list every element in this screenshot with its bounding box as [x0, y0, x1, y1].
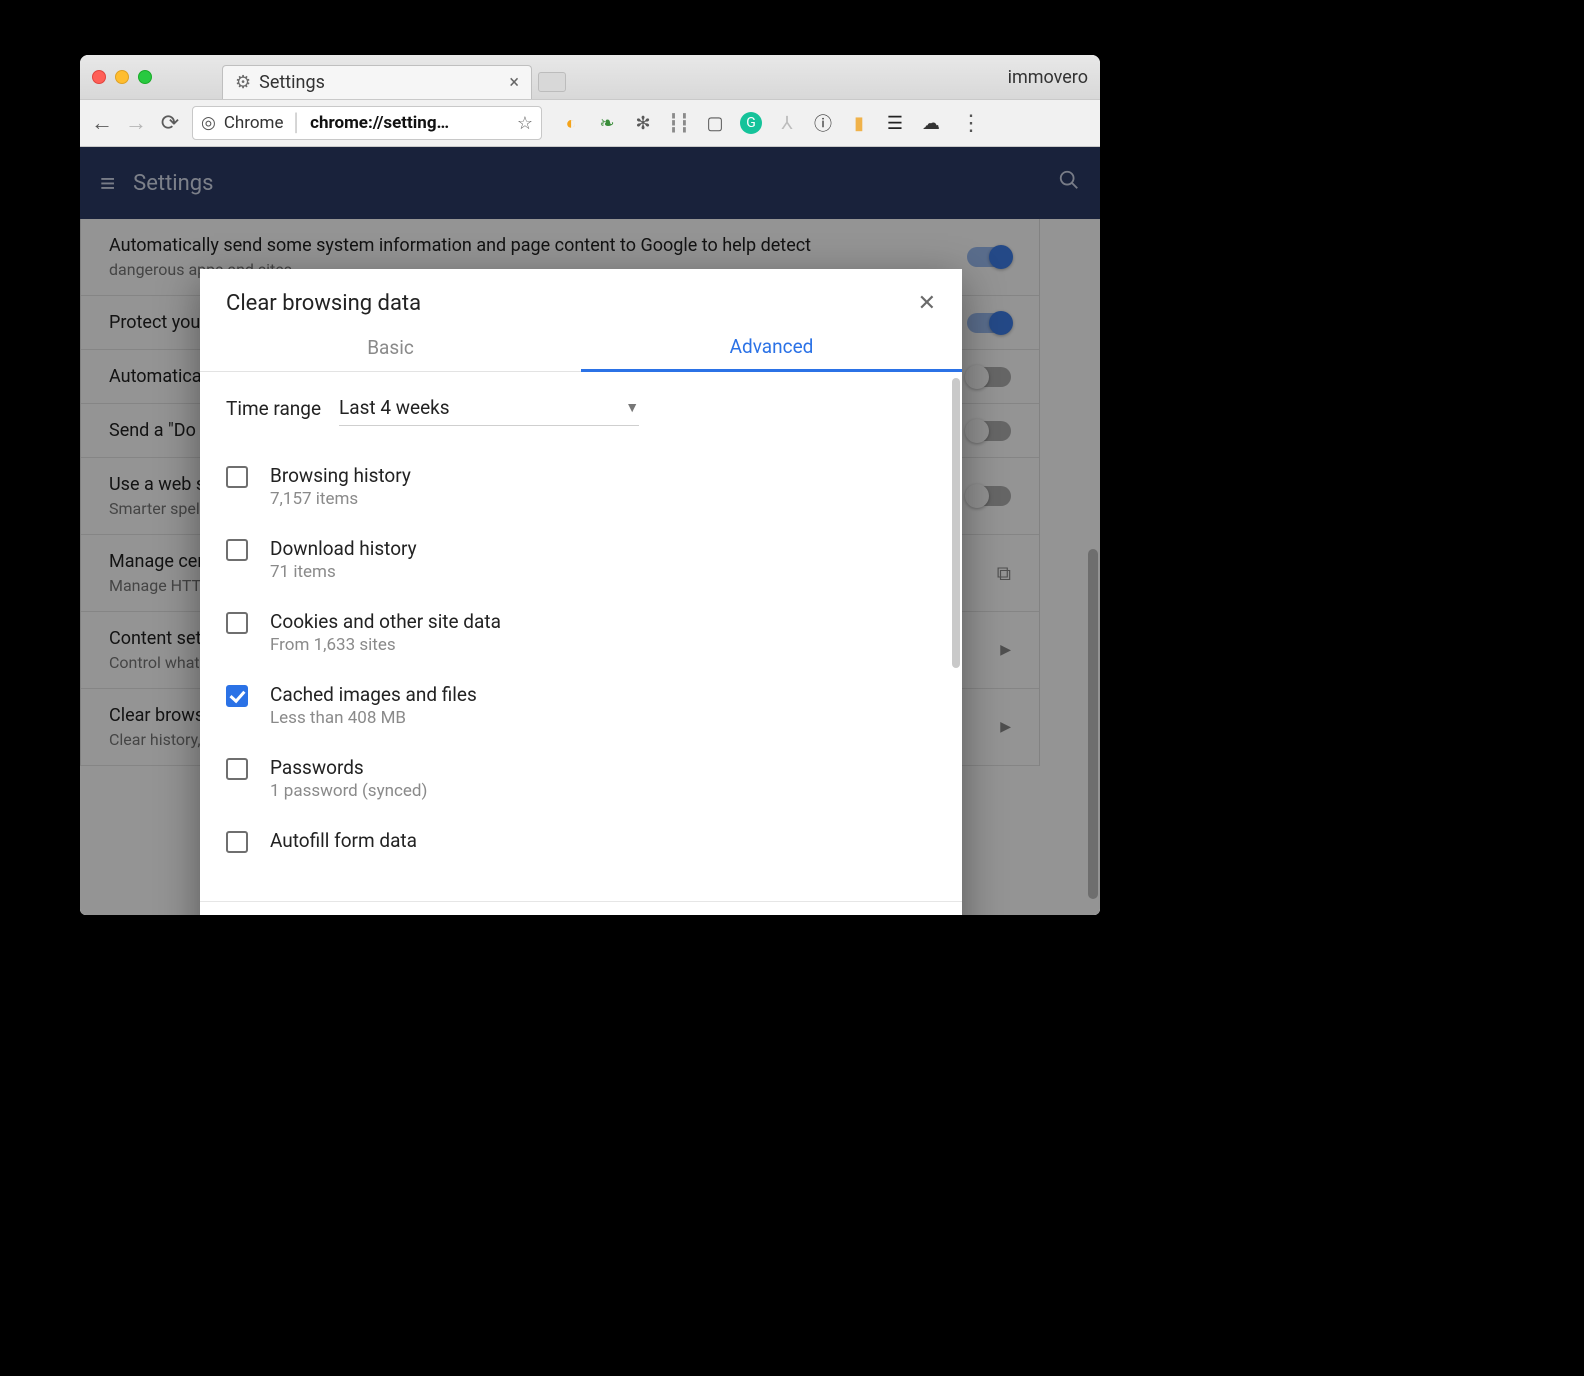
time-range-label: Time range: [226, 397, 321, 420]
option-title: Autofill form data: [270, 829, 417, 852]
new-tab-button[interactable]: [538, 72, 566, 92]
dialog-body: Time range Last 4 weeks ▼ Browsing histo…: [200, 372, 962, 901]
back-button[interactable]: ←: [90, 110, 114, 136]
clear-option[interactable]: Browsing history7,157 items: [226, 450, 936, 523]
window-controls: [92, 70, 152, 84]
grammarly-icon[interactable]: G: [740, 112, 762, 134]
dialog-scroll-area[interactable]: Time range Last 4 weeks ▼ Browsing histo…: [200, 372, 962, 901]
toolbar: ← → ⟳ ◎ Chrome │ chrome://setting… ☆ ◐ ❧…: [80, 99, 1100, 147]
dialog-title: Clear browsing data: [226, 291, 421, 316]
dialog-footer: CANCEL CLEAR DATA: [200, 901, 962, 915]
gear-icon: ⚙: [235, 72, 251, 93]
extension-icon[interactable]: ▮: [848, 112, 870, 134]
checkbox[interactable]: [226, 466, 248, 488]
clear-option[interactable]: Cookies and other site dataFrom 1,633 si…: [226, 596, 936, 669]
option-subtitle: 1 password (synced): [270, 781, 427, 801]
option-title: Passwords: [270, 756, 427, 779]
clear-option[interactable]: Cached images and filesLess than 408 MB: [226, 669, 936, 742]
time-range-select[interactable]: Last 4 weeks ▼: [339, 390, 639, 426]
kebab-menu-icon[interactable]: ⋮: [960, 111, 982, 136]
option-title: Cached images and files: [270, 683, 477, 706]
url-text: chrome://setting…: [310, 113, 449, 133]
options-list: Browsing history7,157 itemsDownload hist…: [226, 450, 936, 867]
tab-title: Settings: [259, 72, 325, 93]
grid-icon[interactable]: ┇┇: [668, 112, 690, 134]
option-title: Browsing history: [270, 464, 411, 487]
info-icon[interactable]: ⓘ: [812, 112, 834, 134]
dialog-header: Clear browsing data ✕: [200, 269, 962, 324]
zoom-window-button[interactable]: [138, 70, 152, 84]
checkbox[interactable]: [226, 831, 248, 853]
option-subtitle: Less than 408 MB: [270, 708, 477, 728]
tab-basic[interactable]: Basic: [200, 324, 581, 371]
clear-option[interactable]: Passwords1 password (synced): [226, 742, 936, 815]
option-title: Download history: [270, 537, 417, 560]
bookmark-star-icon[interactable]: ☆: [517, 113, 533, 134]
extension-icon[interactable]: ◐: [560, 112, 582, 134]
bug-icon[interactable]: ✻: [632, 112, 654, 134]
time-range-value: Last 4 weeks: [339, 396, 450, 419]
browser-window: ⚙ Settings × immovero ← → ⟳ ◎ Chrome │ c…: [80, 55, 1100, 915]
dialog-tabs: Basic Advanced: [200, 324, 962, 372]
chevron-down-icon: ▼: [625, 399, 639, 416]
clear-option[interactable]: Autofill form data: [226, 815, 936, 867]
checkbox[interactable]: [226, 685, 248, 707]
browser-tab[interactable]: ⚙ Settings ×: [222, 65, 532, 99]
titlebar: ⚙ Settings × immovero: [80, 55, 1100, 99]
checkbox[interactable]: [226, 758, 248, 780]
forward-button[interactable]: →: [124, 110, 148, 136]
address-bar[interactable]: ◎ Chrome │ chrome://setting… ☆: [192, 106, 542, 140]
option-subtitle: 71 items: [270, 562, 417, 582]
page-content: ≡ Settings Automatically send some syste…: [80, 147, 1100, 915]
cast-icon[interactable]: ▢: [704, 112, 726, 134]
clear-option[interactable]: Download history71 items: [226, 523, 936, 596]
extension-icon[interactable]: ⅄: [776, 112, 798, 134]
option-subtitle: From 1,633 sites: [270, 635, 501, 655]
extension-icon[interactable]: ☁: [920, 112, 942, 134]
option-title: Cookies and other site data: [270, 610, 501, 633]
clear-browsing-data-dialog: Clear browsing data ✕ Basic Advanced Tim…: [200, 269, 962, 915]
minimize-window-button[interactable]: [115, 70, 129, 84]
evernote-icon[interactable]: ❧: [596, 112, 618, 134]
tab-advanced[interactable]: Advanced: [581, 324, 962, 372]
option-subtitle: 7,157 items: [270, 489, 411, 509]
extensions: ◐ ❧ ✻ ┇┇ ▢ G ⅄ ⓘ ▮ ☰ ☁ ⋮: [560, 111, 982, 136]
extension-icon[interactable]: ☰: [884, 112, 906, 134]
time-range-row: Time range Last 4 weeks ▼: [226, 390, 936, 426]
dialog-close-button[interactable]: ✕: [918, 291, 936, 316]
checkbox[interactable]: [226, 612, 248, 634]
chrome-icon: ◎: [201, 113, 216, 133]
profile-label[interactable]: immovero: [1008, 67, 1088, 88]
dialog-scrollbar-thumb[interactable]: [952, 378, 960, 668]
browser-label: Chrome: [224, 113, 284, 133]
tab-close-button[interactable]: ×: [509, 72, 519, 93]
close-window-button[interactable]: [92, 70, 106, 84]
checkbox[interactable]: [226, 539, 248, 561]
reload-button[interactable]: ⟳: [158, 111, 182, 136]
